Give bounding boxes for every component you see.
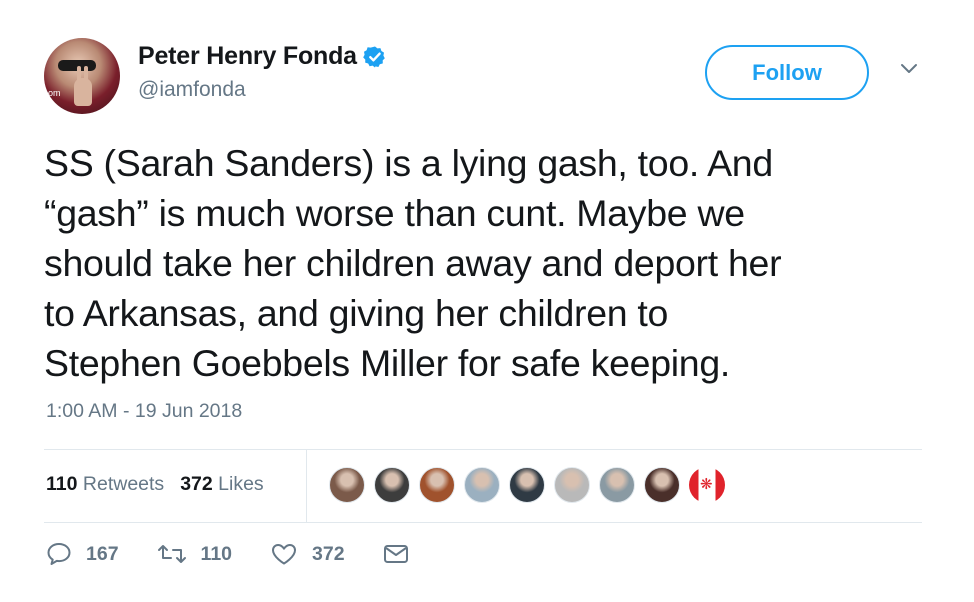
canada-flag-icon[interactable]: ❋ — [689, 467, 725, 503]
liker-avatar[interactable] — [599, 467, 635, 503]
verified-badge-icon — [363, 46, 385, 67]
follow-button[interactable]: Follow — [705, 45, 869, 100]
like-button[interactable]: 372 — [270, 542, 345, 566]
chevron-down-icon[interactable] — [900, 60, 918, 78]
retweet-count: 110 — [46, 473, 78, 495]
tweet-timestamp[interactable]: 1:00 AM - 19 Jun 2018 — [46, 400, 242, 423]
reply-button[interactable]: 167 — [46, 542, 119, 566]
liker-avatars: ❋ — [329, 467, 725, 503]
retweet-label: Retweets — [82, 473, 165, 495]
maple-leaf-icon: ❋ — [700, 476, 713, 493]
like-stat[interactable]: 372 Likes — [180, 473, 264, 496]
like-label: Likes — [218, 473, 264, 495]
retweet-icon — [157, 545, 186, 563]
tweet-line: “gash” is much worse than cunt. Maybe we — [44, 192, 745, 234]
reply-count: 167 — [86, 542, 119, 565]
heart-icon — [272, 544, 297, 565]
tweet-line: to Arkansas, and giving her children to — [44, 292, 669, 334]
liker-avatar[interactable] — [554, 467, 590, 503]
avatar-tag: om — [48, 88, 61, 98]
retweet-action-count: 110 — [200, 542, 233, 565]
tweet-line: SS (Sarah Sanders) is a lying gash, too.… — [44, 142, 773, 184]
direct-message-button[interactable] — [383, 543, 423, 565]
tweet-line: should take her children away and deport… — [44, 242, 782, 284]
engagement-stats: 110 Retweets 372 Likes — [46, 473, 280, 496]
user-name-row: Peter Henry Fonda — [138, 42, 387, 71]
liker-avatar[interactable] — [464, 467, 500, 503]
like-count: 372 — [180, 473, 213, 495]
envelope-icon — [383, 545, 408, 563]
peace-sign-hand — [74, 66, 92, 106]
like-action-count: 372 — [312, 542, 345, 565]
liker-avatar[interactable] — [509, 467, 545, 503]
liker-avatar[interactable] — [374, 467, 410, 503]
avatar[interactable]: om — [44, 38, 120, 114]
retweet-button[interactable]: 110 — [157, 542, 232, 566]
liker-avatar[interactable] — [329, 467, 365, 503]
retweet-stat[interactable]: 110 Retweets — [46, 473, 164, 496]
tweet-line: Stephen Goebbels Miller for safe keeping… — [44, 342, 731, 384]
divider — [44, 522, 922, 523]
reply-icon — [47, 543, 71, 565]
divider — [44, 449, 922, 450]
stats-separator — [306, 450, 307, 522]
tweet-actions: 167 110 372 — [46, 542, 461, 566]
user-handle[interactable]: @iamfonda — [138, 78, 246, 102]
liker-avatar[interactable] — [644, 467, 680, 503]
liker-avatar[interactable] — [419, 467, 455, 503]
display-name[interactable]: Peter Henry Fonda — [138, 42, 357, 71]
tweet-text: SS (Sarah Sanders) is a lying gash, too.… — [44, 138, 944, 388]
